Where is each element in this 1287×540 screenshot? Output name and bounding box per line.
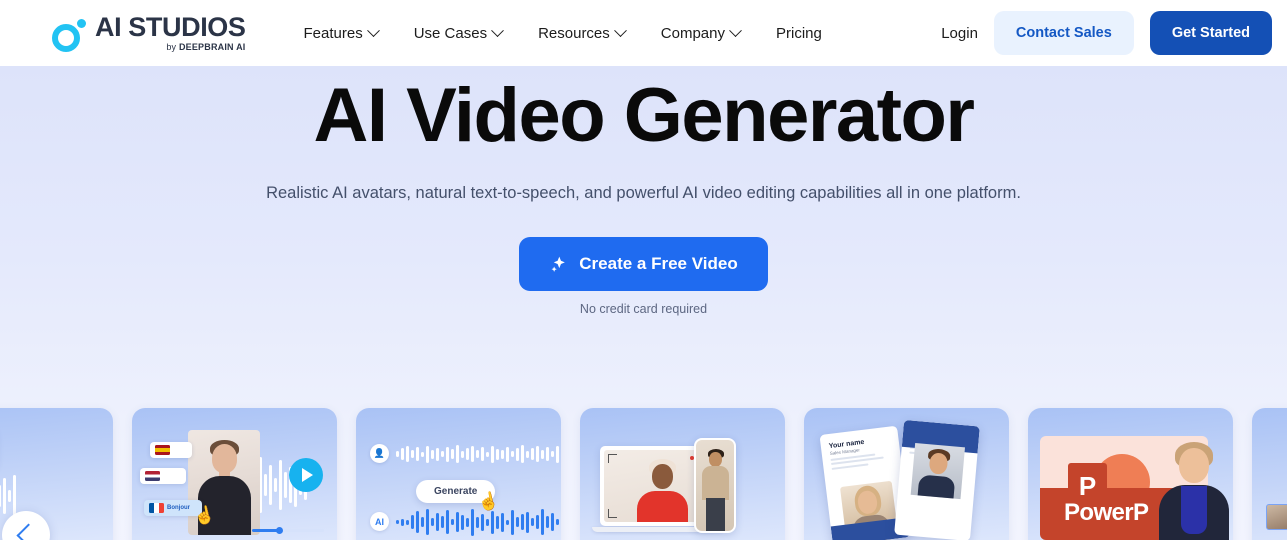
video-timeline-graphic bbox=[1266, 504, 1287, 530]
flag-caption: Bonjour bbox=[167, 505, 190, 511]
card-photo-avatar[interactable]: Your name Sales Manager bbox=[804, 408, 1009, 540]
nav-label: Resources bbox=[538, 24, 610, 42]
chevron-down-icon bbox=[613, 23, 627, 37]
page-title: AI Video Generator bbox=[313, 73, 975, 158]
play-button[interactable] bbox=[289, 458, 323, 492]
nav-item-use-cases[interactable]: Use Cases bbox=[413, 23, 504, 42]
chevron-down-icon bbox=[366, 23, 380, 37]
person-icon: 👤 bbox=[370, 444, 389, 463]
hero-section: AI Video Generator Realistic AI avatars,… bbox=[0, 66, 1287, 540]
contact-sales-button[interactable]: Contact Sales bbox=[993, 11, 1134, 55]
flag-es-icon bbox=[155, 445, 170, 455]
nav-item-features[interactable]: Features bbox=[303, 23, 380, 42]
card-image: REC bbox=[580, 408, 785, 540]
nav-label: Company bbox=[660, 24, 725, 42]
logo-subtitle-brand: DEEPBRAIN AI bbox=[178, 41, 246, 52]
cta-note: No credit card required bbox=[579, 302, 708, 317]
card-image: Your name Sales Manager bbox=[804, 408, 1009, 540]
logo-subtitle: by DEEPBRAIN AI bbox=[166, 41, 246, 52]
cta-label: Create a Free Video bbox=[579, 254, 738, 274]
logo-title: AI STUDIOS bbox=[95, 11, 246, 42]
ai-badge: AI bbox=[370, 512, 389, 531]
chevron-down-icon bbox=[729, 23, 742, 37]
logo-subtitle-prefix: by bbox=[166, 41, 179, 52]
nav-label: Pricing bbox=[775, 24, 822, 42]
cursor-icon: ☝ bbox=[192, 504, 217, 528]
phone-graphic bbox=[694, 438, 736, 533]
cta-wrap: Create a Free Video No credit card requi… bbox=[0, 237, 1287, 316]
flag-chip-es bbox=[150, 442, 192, 458]
powerpoint-wordmark: PowerP bbox=[1064, 499, 1149, 526]
arrow-left-icon bbox=[16, 522, 41, 540]
sparkle-icon bbox=[551, 256, 566, 272]
chevron-down-icon bbox=[491, 23, 504, 37]
nav-item-pricing[interactable]: Pricing bbox=[776, 25, 822, 42]
card-image: 👤 Generate ☝ AI bbox=[356, 408, 561, 540]
header-actions: Login Contact Sales Get Started bbox=[941, 11, 1272, 55]
main-nav: Features Use Cases Resources Company Pri… bbox=[303, 23, 822, 42]
card-video-editing[interactable]: Video Editing Edit videos with simple to… bbox=[1252, 408, 1287, 540]
card-text-to-speech[interactable]: Bonjour ☝ Text to Speech Convert text in… bbox=[132, 408, 337, 540]
card-ppt-upload[interactable]: P PowerP PPT Upload Turn slides into vid… bbox=[1028, 408, 1233, 540]
card-image: P PowerP bbox=[1028, 408, 1233, 540]
flag-fr-icon bbox=[149, 503, 164, 513]
card-image bbox=[1252, 408, 1287, 540]
waveform-ai bbox=[396, 508, 561, 536]
flag-chip-us bbox=[140, 468, 186, 484]
feature-carousel[interactable]: Generate AI Voice Generator Generate eff… bbox=[0, 408, 1287, 540]
logo-ring-icon bbox=[52, 18, 86, 53]
login-link[interactable]: Login bbox=[941, 25, 978, 42]
hero-subtitle: Realistic AI avatars, natural text-to-sp… bbox=[266, 184, 1021, 203]
get-started-button[interactable]: Get Started bbox=[1149, 11, 1272, 55]
card-custom-avatar[interactable]: REC Custom Avatar Create your own avatar… bbox=[580, 408, 785, 540]
presenter-graphic bbox=[1151, 438, 1233, 540]
flag-us-icon bbox=[145, 471, 160, 481]
site-header: AI STUDIOS by DEEPBRAIN AI Features Use … bbox=[0, 0, 1287, 66]
business-card-back: Your name Sales Manager bbox=[894, 419, 980, 540]
progress-track[interactable] bbox=[252, 527, 324, 534]
nav-label: Features bbox=[303, 24, 363, 42]
nav-item-resources[interactable]: Resources bbox=[538, 23, 627, 42]
card-voice-cloning[interactable]: 👤 Generate ☝ AI bbox=[356, 408, 561, 540]
waveform-human bbox=[396, 445, 561, 463]
nav-label: Use Cases bbox=[413, 24, 488, 42]
logo[interactable]: AI STUDIOS by DEEPBRAIN AI bbox=[52, 11, 246, 53]
create-free-video-button[interactable]: Create a Free Video bbox=[519, 237, 768, 292]
card-image: Bonjour ☝ bbox=[132, 408, 337, 540]
nav-item-company[interactable]: Company bbox=[660, 23, 742, 42]
